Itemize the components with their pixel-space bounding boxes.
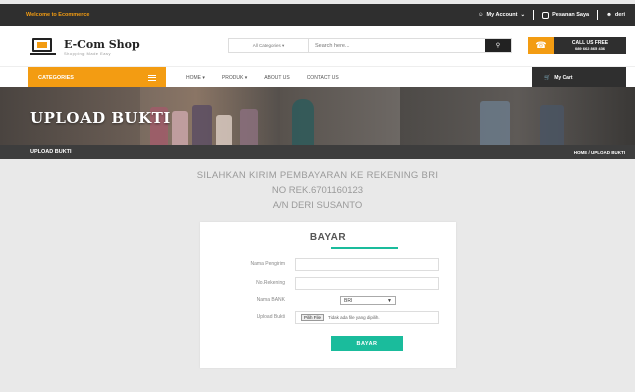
search-bar: All Categories ▾ ⚲: [228, 38, 512, 53]
nav-links: HOME ▾ PRODUK ▾ ABOUT US CONTACT US: [186, 67, 339, 88]
file-status: Tidak ada file yang dipilih.: [328, 315, 380, 320]
account-number-field[interactable]: [295, 277, 439, 290]
my-cart-button[interactable]: 🛒 My Cart: [532, 67, 626, 88]
header: E-Com Shop Shopping Made Easy All Catego…: [0, 26, 635, 66]
search-category-select[interactable]: All Categories ▾: [229, 39, 309, 52]
my-account-link[interactable]: ☺ My Account ⌄: [478, 12, 525, 18]
categories-label: CATEGORIES: [38, 74, 74, 81]
bank-row: Nama BANK BRI ▼: [200, 294, 456, 308]
file-input: Pilih File Tidak ada file yang dipilih.: [295, 311, 439, 324]
my-account-label: My Account: [486, 12, 518, 18]
chevron-down-icon: ▼: [387, 297, 392, 304]
bank-value: BRI: [344, 297, 353, 304]
breadcrumb: HOME / UPLOAD BUKTI: [573, 149, 625, 155]
submit-button[interactable]: BAYAR: [331, 336, 403, 351]
search-icon: ⚲: [495, 43, 501, 49]
categories-button[interactable]: CATEGORIES: [28, 67, 166, 88]
page-banner: UPLOAD BUKTI: [0, 87, 635, 145]
user-link[interactable]: ☻ deri: [606, 12, 625, 18]
logo[interactable]: E-Com Shop Shopping Made Easy: [30, 37, 140, 57]
nav-home[interactable]: HOME ▾: [186, 75, 205, 81]
payment-form: BAYAR Nama Pengirim No.Rekening Nama BAN…: [200, 222, 456, 368]
cart-icon: 🛒: [544, 74, 551, 81]
upload-label: Upload Bukti: [256, 314, 285, 320]
page-title: UPLOAD BUKTI: [30, 149, 72, 155]
user-name: deri: [614, 12, 625, 18]
notice-line-3: A/N DERI SUSANTO: [272, 200, 363, 211]
account-number-label: No.Rekening: [256, 280, 285, 286]
choose-file-button[interactable]: Pilih File: [301, 314, 325, 321]
laptop-cart-icon: [30, 37, 56, 57]
bank-select[interactable]: BRI ▼: [340, 296, 396, 305]
call-box: ☎ CALL US FREE 089 662 865 436: [528, 37, 626, 54]
form-title: BAYAR: [309, 232, 347, 243]
nav-about[interactable]: ABOUT US: [264, 75, 289, 81]
search-input[interactable]: [309, 39, 485, 52]
logo-title: E-Com Shop: [64, 38, 140, 51]
orders-link[interactable]: Pesanan Saya: [542, 11, 590, 19]
banner-title: UPLOAD BUKTI: [30, 109, 171, 127]
upload-row: Upload Bukti Pilih File Tidak ada file y…: [200, 311, 456, 325]
user-icon: ☺: [477, 12, 484, 18]
main-nav: CATEGORIES HOME ▾ PRODUK ▾ ABOUT US CONT…: [0, 66, 635, 88]
sender-name-label: Nama Pengirim: [250, 261, 285, 267]
nav-contact[interactable]: CONTACT US: [307, 75, 339, 81]
lock-icon: ☻: [606, 12, 612, 18]
top-bar-right: ☺ My Account ⌄ Pesanan Saya ☻ deri: [478, 10, 625, 20]
nav-produk[interactable]: PRODUK ▾: [222, 75, 247, 81]
call-number: 089 662 865 436: [574, 46, 606, 51]
divider: [597, 10, 599, 20]
account-number-row: No.Rekening: [200, 277, 456, 291]
payment-notice: SILAHKAN KIRIM PEMBAYARAN KE REKENING BR…: [0, 170, 635, 211]
welcome-text: Welcome to Ecommerce: [26, 12, 90, 18]
page: Welcome to Ecommerce ☺ My Account ⌄ Pesa…: [0, 0, 635, 392]
phone-icon: ☎: [528, 37, 554, 54]
breadcrumb-bar: UPLOAD BUKTI HOME / UPLOAD BUKTI: [0, 145, 635, 159]
notice-line-1: SILAHKAN KIRIM PEMBAYARAN KE REKENING BR…: [196, 170, 439, 181]
orders-icon: [542, 11, 550, 19]
bank-label: Nama BANK: [256, 297, 285, 303]
chevron-down-icon: ⌄: [520, 12, 526, 18]
title-underline: [331, 247, 398, 249]
divider: [533, 10, 535, 20]
orders-label: Pesanan Saya: [552, 12, 590, 18]
search-button[interactable]: ⚲: [485, 39, 511, 52]
top-bar: Welcome to Ecommerce ☺ My Account ⌄ Pesa…: [0, 4, 635, 26]
search-category-label: All Categories: [252, 43, 281, 48]
my-cart-label: My Cart: [554, 74, 573, 81]
chevron-down-icon: ▾: [282, 42, 285, 48]
logo-subtitle: Shopping Made Easy: [64, 51, 112, 56]
notice-line-2: NO REK.6701160123: [271, 185, 364, 196]
sender-name-field[interactable]: [295, 258, 439, 271]
sender-name-row: Nama Pengirim: [200, 258, 456, 272]
menu-icon: [148, 74, 156, 81]
